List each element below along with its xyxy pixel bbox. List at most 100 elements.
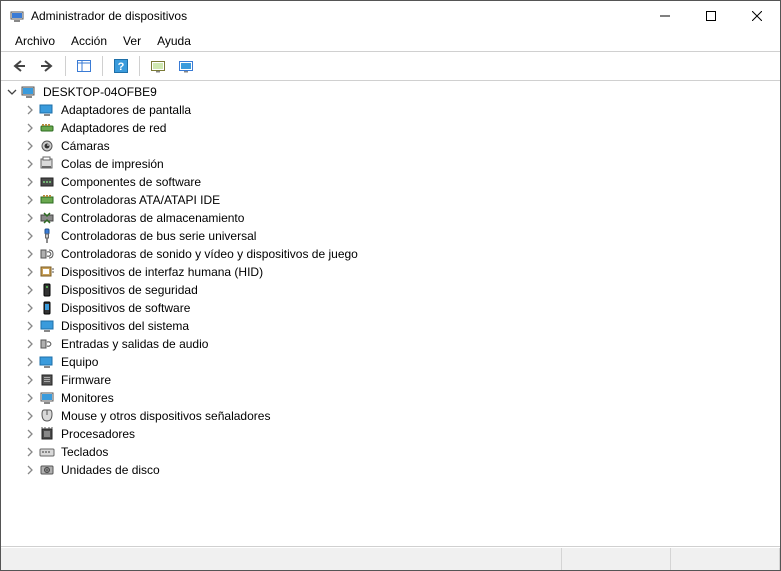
titlebar: Administrador de dispositivos [1,1,780,31]
chevron-right-icon[interactable] [23,121,37,135]
tree-category-node[interactable]: Dispositivos de seguridad [19,281,780,299]
tree-category-node[interactable]: Entradas y salidas de audio [19,335,780,353]
tree-category-label: Teclados [59,444,110,460]
tree-category-label: Monitores [59,390,116,406]
tree-category-node[interactable]: Teclados [19,443,780,461]
chevron-right-icon[interactable] [23,337,37,351]
menu-view[interactable]: Ver [115,32,149,50]
tree-category-node[interactable]: Adaptadores de red [19,119,780,137]
tree-category-node[interactable]: Controladoras de sonido y vídeo y dispos… [19,245,780,263]
chevron-right-icon[interactable] [23,301,37,315]
category-icon [39,444,55,460]
chevron-right-icon[interactable] [23,139,37,153]
chevron-right-icon[interactable] [23,247,37,261]
chevron-right-icon[interactable] [23,319,37,333]
chevron-right-icon[interactable] [23,265,37,279]
tree-category-node[interactable]: Dispositivos del sistema [19,317,780,335]
category-icon [39,372,55,388]
chevron-right-icon[interactable] [23,157,37,171]
chevron-right-icon[interactable] [23,409,37,423]
tree-category-label: Controladoras de bus serie universal [59,228,258,244]
tree-category-node[interactable]: Mouse y otros dispositivos señaladores [19,407,780,425]
tree-category-node[interactable]: Unidades de disco [19,461,780,479]
properties-button[interactable] [173,53,199,79]
chevron-right-icon[interactable] [23,103,37,117]
tree-category-label: Colas de impresión [59,156,166,172]
tree-root-label: DESKTOP-04OFBE9 [41,84,159,100]
tree-category-node[interactable]: Equipo [19,353,780,371]
tree-category-label: Componentes de software [59,174,203,190]
show-hide-tree-button[interactable] [71,53,97,79]
tree-category-label: Firmware [59,372,113,388]
window-controls [642,1,780,31]
menubar: Archivo Acción Ver Ayuda [1,31,780,51]
category-icon [39,462,55,478]
tree-category-label: Adaptadores de red [59,120,168,136]
tree-category-node[interactable]: Componentes de software [19,173,780,191]
tree-category-node[interactable]: Controladoras ATA/ATAPI IDE [19,191,780,209]
app-icon [9,8,25,24]
tree-category-node[interactable]: Monitores [19,389,780,407]
category-icon [39,174,55,190]
tree-category-node[interactable]: Firmware [19,371,780,389]
tree-view[interactable]: DESKTOP-04OFBE9 Adaptadores de pantalla Ad… [1,81,780,547]
maximize-button[interactable] [688,1,734,31]
tree-category-node[interactable]: Procesadores [19,425,780,443]
tree-category-node[interactable]: Adaptadores de pantalla [19,101,780,119]
chevron-right-icon[interactable] [23,427,37,441]
category-icon [39,408,55,424]
tree-category-node[interactable]: Controladoras de bus serie universal [19,227,780,245]
tree-category-node[interactable]: Dispositivos de software [19,299,780,317]
close-button[interactable] [734,1,780,31]
chevron-right-icon[interactable] [23,175,37,189]
forward-button[interactable] [34,53,60,79]
category-icon [39,192,55,208]
category-icon [39,318,55,334]
tree-root-node[interactable]: DESKTOP-04OFBE9 [1,83,780,101]
tree-category-label: Adaptadores de pantalla [59,102,193,118]
tree-category-node[interactable]: Controladoras de almacenamiento [19,209,780,227]
tree-category-label: Procesadores [59,426,137,442]
toolbar-separator [102,56,103,76]
tree-category-label: Cámaras [59,138,112,154]
menu-file[interactable]: Archivo [7,32,63,50]
help-button[interactable]: ? [108,53,134,79]
window-title: Administrador de dispositivos [31,9,642,23]
scan-hardware-button[interactable] [145,53,171,79]
chevron-right-icon[interactable] [23,283,37,297]
tree-category-label: Mouse y otros dispositivos señaladores [59,408,272,424]
category-icon [39,246,55,262]
category-icon [39,300,55,316]
menu-help[interactable]: Ayuda [149,32,199,50]
chevron-right-icon[interactable] [23,391,37,405]
minimize-button[interactable] [642,1,688,31]
toolbar: ? [1,51,780,81]
chevron-right-icon[interactable] [23,463,37,477]
svg-text:?: ? [118,61,125,73]
toolbar-separator [139,56,140,76]
statusbar [1,547,780,570]
computer-icon [21,84,37,100]
chevron-right-icon[interactable] [23,211,37,225]
tree-category-node[interactable]: Dispositivos de interfaz humana (HID) [19,263,780,281]
category-icon [39,426,55,442]
status-cell [562,548,671,570]
chevron-right-icon[interactable] [23,193,37,207]
menu-action[interactable]: Acción [63,32,115,50]
tree-category-label: Entradas y salidas de audio [59,336,210,352]
back-button[interactable] [6,53,32,79]
chevron-right-icon[interactable] [23,229,37,243]
chevron-right-icon[interactable] [23,445,37,459]
chevron-right-icon[interactable] [23,355,37,369]
tree-category-node[interactable]: Colas de impresión [19,155,780,173]
category-icon [39,282,55,298]
tree-category-label: Dispositivos del sistema [59,318,191,334]
tree-category-label: Dispositivos de seguridad [59,282,200,298]
chevron-down-icon[interactable] [5,85,19,99]
status-cell [1,548,562,570]
chevron-right-icon[interactable] [23,373,37,387]
tree-category-node[interactable]: Cámaras [19,137,780,155]
category-icon [39,336,55,352]
category-icon [39,264,55,280]
tree-category-label: Dispositivos de interfaz humana (HID) [59,264,265,280]
